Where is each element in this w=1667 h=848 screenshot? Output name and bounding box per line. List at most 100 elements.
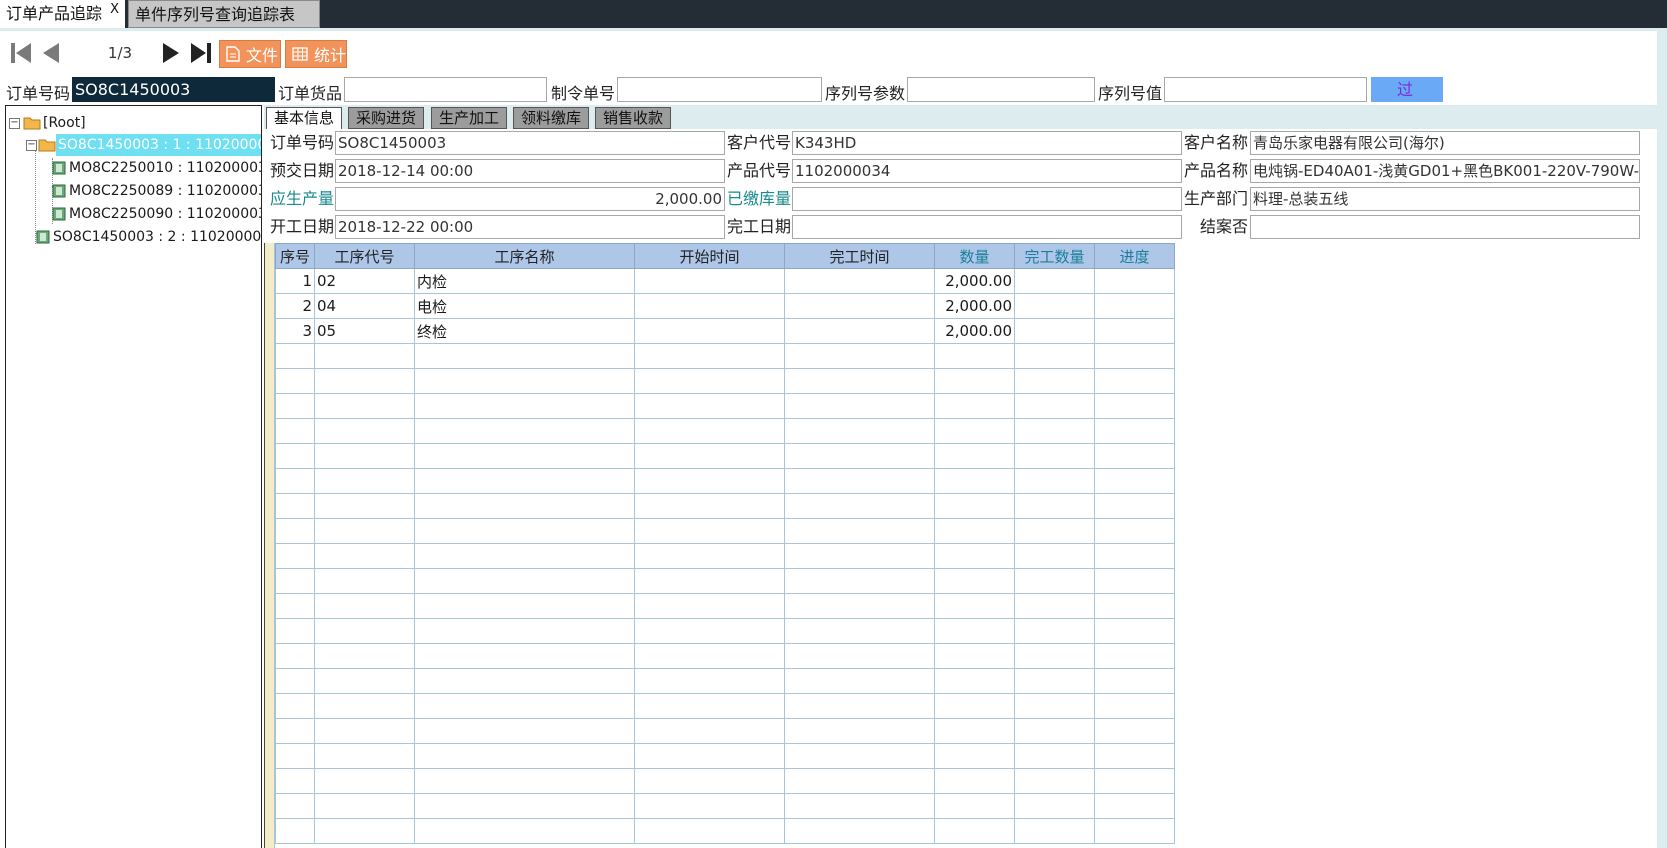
table-cell[interactable] (275, 468, 315, 494)
table-cell[interactable] (275, 818, 315, 844)
table-cell[interactable] (414, 643, 635, 669)
table-row[interactable] (275, 718, 1175, 744)
table-cell[interactable] (314, 368, 415, 394)
table-row[interactable]: 1 02 内检 2,000.00 (275, 268, 1175, 294)
table-cell[interactable] (784, 493, 935, 519)
stocked-qty-field[interactable] (792, 187, 1182, 211)
col-header-finish-time[interactable]: 完工时间 (784, 243, 935, 269)
col-header-op-name[interactable]: 工序名称 (414, 243, 635, 269)
table-cell[interactable] (934, 793, 1015, 819)
table-cell[interactable]: 终检 (414, 318, 635, 344)
table-cell[interactable] (275, 343, 315, 369)
table-cell[interactable] (314, 393, 415, 419)
table-cell[interactable] (275, 793, 315, 819)
tree-node-order-line-1[interactable]: − SO8C1450003 : 1 : 1102000034 (26, 134, 261, 156)
table-cell[interactable] (784, 793, 935, 819)
tree-node-mo-1[interactable]: MO8C2250010 : 1102000034 (52, 157, 261, 179)
table-cell[interactable]: 04 (314, 293, 415, 319)
table-cell[interactable] (784, 543, 935, 569)
table-row[interactable] (275, 593, 1175, 619)
table-row[interactable] (275, 618, 1175, 644)
planned-qty-field[interactable]: 2,000.00 (335, 187, 725, 211)
table-cell[interactable] (1014, 293, 1095, 319)
table-cell[interactable] (275, 368, 315, 394)
table-cell[interactable] (634, 393, 785, 419)
table-cell[interactable] (1014, 418, 1095, 444)
table-cell[interactable] (1014, 493, 1095, 519)
table-cell[interactable] (634, 643, 785, 669)
table-cell[interactable] (634, 443, 785, 469)
table-cell[interactable] (414, 793, 635, 819)
table-cell[interactable] (1014, 318, 1095, 344)
table-row[interactable] (275, 568, 1175, 594)
tab-basic-info[interactable]: 基本信息 (266, 107, 342, 129)
table-cell[interactable] (934, 718, 1015, 744)
table-cell[interactable] (314, 818, 415, 844)
table-cell[interactable] (1094, 693, 1175, 719)
table-cell[interactable] (1094, 768, 1175, 794)
table-cell[interactable] (784, 318, 935, 344)
table-cell[interactable] (1094, 368, 1175, 394)
table-cell[interactable] (634, 368, 785, 394)
table-cell[interactable] (275, 643, 315, 669)
col-header-op-code[interactable]: 工序代号 (314, 243, 415, 269)
table-cell[interactable] (934, 468, 1015, 494)
start-date-field[interactable]: 2018-12-22 00:00 (335, 215, 725, 239)
table-cell[interactable] (1014, 643, 1095, 669)
table-cell[interactable] (1094, 518, 1175, 544)
table-cell[interactable] (1094, 568, 1175, 594)
table-cell[interactable] (275, 443, 315, 469)
dept-field[interactable]: 料理-总装五线 (1250, 187, 1640, 211)
tab-material-stock[interactable]: 领料缴库 (513, 107, 589, 129)
table-cell[interactable] (1014, 568, 1095, 594)
tree-node-order-line-2[interactable]: SO8C1450003 : 2 : 1102000034 (36, 226, 261, 248)
customer-code-field[interactable]: K343HD (792, 131, 1182, 155)
table-cell[interactable] (1094, 718, 1175, 744)
table-cell[interactable] (784, 443, 935, 469)
table-cell[interactable] (784, 518, 935, 544)
first-page-icon[interactable] (8, 40, 34, 66)
table-cell[interactable] (784, 393, 935, 419)
table-cell[interactable] (784, 618, 935, 644)
table-cell[interactable] (275, 718, 315, 744)
table-cell[interactable] (314, 568, 415, 594)
tab-purchase[interactable]: 采购进货 (348, 107, 424, 129)
table-cell[interactable] (314, 768, 415, 794)
table-cell[interactable] (784, 268, 935, 294)
table-row[interactable] (275, 368, 1175, 394)
table-cell[interactable] (414, 818, 635, 844)
table-row[interactable] (275, 643, 1175, 669)
table-cell[interactable] (414, 418, 635, 444)
filter-button[interactable]: 过滤 (1371, 77, 1443, 124)
product-code-field[interactable]: 1102000034 (792, 159, 1182, 183)
table-cell[interactable] (1014, 518, 1095, 544)
finish-date-field[interactable] (792, 215, 1182, 239)
table-cell[interactable] (1014, 793, 1095, 819)
closed-field[interactable] (1250, 215, 1640, 239)
table-cell[interactable] (1094, 293, 1175, 319)
table-cell[interactable] (414, 543, 635, 569)
table-cell[interactable] (1014, 768, 1095, 794)
table-row[interactable]: 2 04 电检 2,000.00 (275, 293, 1175, 319)
table-cell[interactable] (1014, 618, 1095, 644)
table-cell[interactable] (1094, 643, 1175, 669)
stats-button[interactable]: 统计 (285, 40, 347, 68)
prev-page-icon[interactable] (38, 40, 64, 66)
table-cell[interactable] (934, 668, 1015, 694)
table-cell[interactable] (634, 343, 785, 369)
table-cell[interactable] (1014, 443, 1095, 469)
table-row[interactable] (275, 493, 1175, 519)
table-cell[interactable] (784, 818, 935, 844)
table-cell[interactable] (1094, 818, 1175, 844)
table-cell[interactable] (934, 618, 1015, 644)
table-cell[interactable] (1094, 793, 1175, 819)
close-icon[interactable]: X (110, 0, 119, 24)
table-cell[interactable] (414, 493, 635, 519)
table-cell[interactable]: 3 (275, 318, 315, 344)
customer-name-field[interactable]: 青岛乐家电器有限公司(海尔) (1250, 131, 1640, 155)
tree-node-mo-3[interactable]: MO8C2250090 : 1102000034 (52, 203, 261, 225)
table-cell[interactable] (314, 468, 415, 494)
table-cell[interactable] (275, 568, 315, 594)
table-row[interactable] (275, 343, 1175, 369)
table-cell[interactable]: 2 (275, 293, 315, 319)
